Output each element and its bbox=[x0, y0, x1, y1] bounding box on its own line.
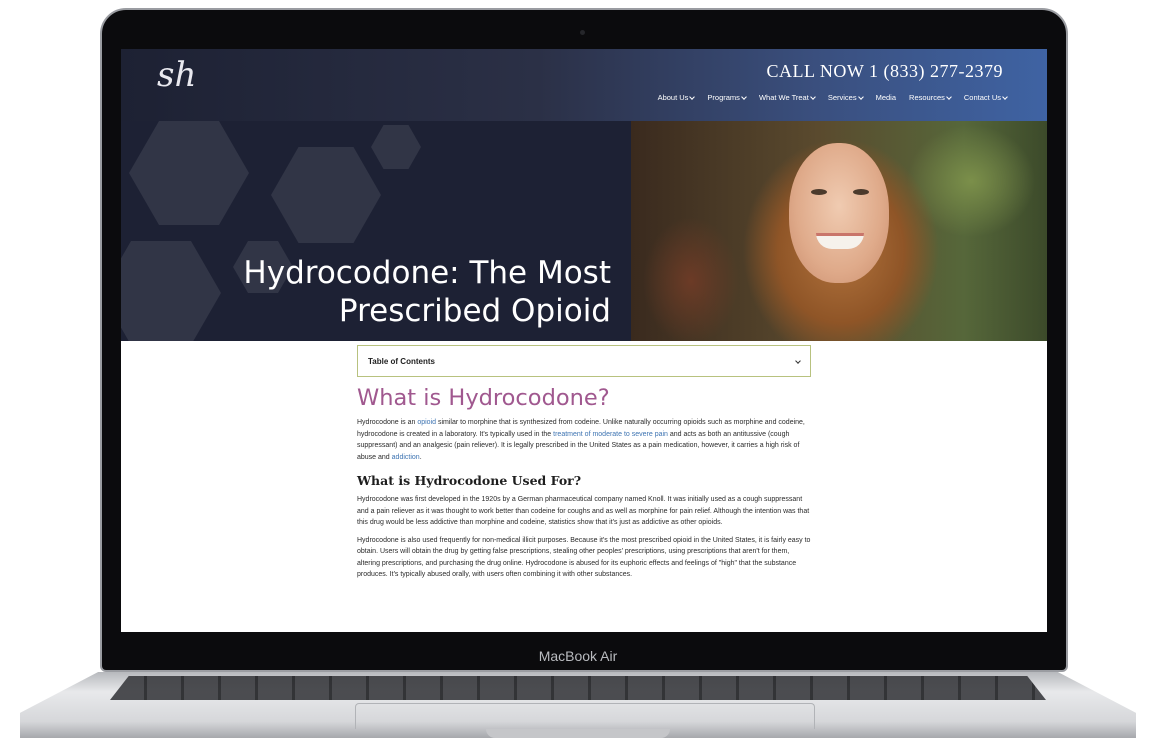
chevron-down-icon bbox=[809, 93, 816, 100]
heading-what-is: What is Hydrocodone? bbox=[357, 385, 610, 411]
photo-eye bbox=[853, 189, 869, 195]
webcam bbox=[580, 30, 585, 35]
photo-eye bbox=[811, 189, 827, 195]
nav-about-us[interactable]: About Us bbox=[657, 93, 696, 102]
nav-media[interactable]: Media bbox=[876, 93, 896, 102]
table-of-contents-toggle[interactable]: Table of Contents bbox=[357, 345, 811, 377]
link-opioid[interactable]: opioid bbox=[417, 419, 436, 426]
toc-label: Table of Contents bbox=[368, 356, 435, 366]
chevron-down-icon bbox=[857, 93, 864, 100]
keyboard bbox=[110, 676, 1046, 700]
hero-photo bbox=[631, 121, 1047, 341]
link-treatment[interactable]: treatment of moderate to severe pain bbox=[553, 431, 668, 438]
device-label: MacBook Air bbox=[538, 648, 618, 664]
paragraph-history: Hydrocodone was first developed in the 1… bbox=[357, 496, 810, 526]
chevron-down-icon bbox=[946, 93, 952, 100]
chevron-down-icon bbox=[741, 93, 747, 100]
hero-banner: Hydrocodone: The Most Prescribed Opioid bbox=[121, 121, 1047, 341]
heading-used-for: What is Hydrocodone Used For? bbox=[357, 473, 582, 488]
hexagon-decoration bbox=[129, 121, 249, 225]
nav-label: Services bbox=[827, 93, 857, 102]
hero-title-line-1: Hydrocodone: The Most bbox=[243, 255, 611, 291]
chevron-down-icon bbox=[1002, 93, 1008, 100]
trackpad bbox=[355, 703, 815, 729]
article-content: Table of Contents What is Hydrocodone? H… bbox=[357, 345, 811, 581]
hexagon-decoration bbox=[371, 125, 421, 169]
chevron-down-icon bbox=[689, 93, 696, 100]
call-now-link[interactable]: CALL NOW 1 (833) 277-2379 bbox=[767, 61, 1003, 82]
text: Hydrocodone is an bbox=[357, 419, 418, 426]
nav-contact-us[interactable]: Contact Us bbox=[963, 93, 1008, 102]
site-logo[interactable]: sh bbox=[157, 55, 196, 95]
chevron-down-icon bbox=[795, 358, 801, 364]
main-nav: About Us Programs What We Treat Services… bbox=[657, 93, 1008, 102]
text: . bbox=[419, 453, 422, 461]
nav-label: Contact Us bbox=[963, 93, 1001, 102]
nav-label: About Us bbox=[657, 93, 689, 102]
nav-what-we-treat[interactable]: What We Treat bbox=[758, 93, 816, 102]
paragraph-intro: Hydrocodone is an opioid similar to morp… bbox=[357, 417, 811, 463]
laptop-screen: sh CALL NOW 1 (833) 277-2379 About Us Pr… bbox=[121, 49, 1047, 632]
nav-label: Resources bbox=[909, 93, 945, 102]
hero-title-line-2: Prescribed Opioid bbox=[338, 293, 611, 329]
nav-label: What We Treat bbox=[758, 93, 809, 102]
site-header: sh CALL NOW 1 (833) 277-2379 About Us Pr… bbox=[121, 49, 1047, 121]
hexagon-decoration bbox=[271, 147, 381, 243]
link-addiction[interactable]: addiction bbox=[392, 454, 420, 461]
nav-label: Media bbox=[875, 93, 897, 102]
paragraph-illicit-use: Hydrocodone is also used frequently for … bbox=[357, 536, 811, 579]
hero-title: Hydrocodone: The Most Prescribed Opioid bbox=[191, 254, 611, 330]
nav-programs[interactable]: Programs bbox=[707, 93, 747, 102]
nav-services[interactable]: Services bbox=[827, 93, 864, 102]
nav-resources[interactable]: Resources bbox=[909, 93, 952, 102]
lid-notch bbox=[486, 729, 670, 738]
nav-label: Programs bbox=[707, 93, 740, 102]
photo-face bbox=[789, 143, 889, 283]
